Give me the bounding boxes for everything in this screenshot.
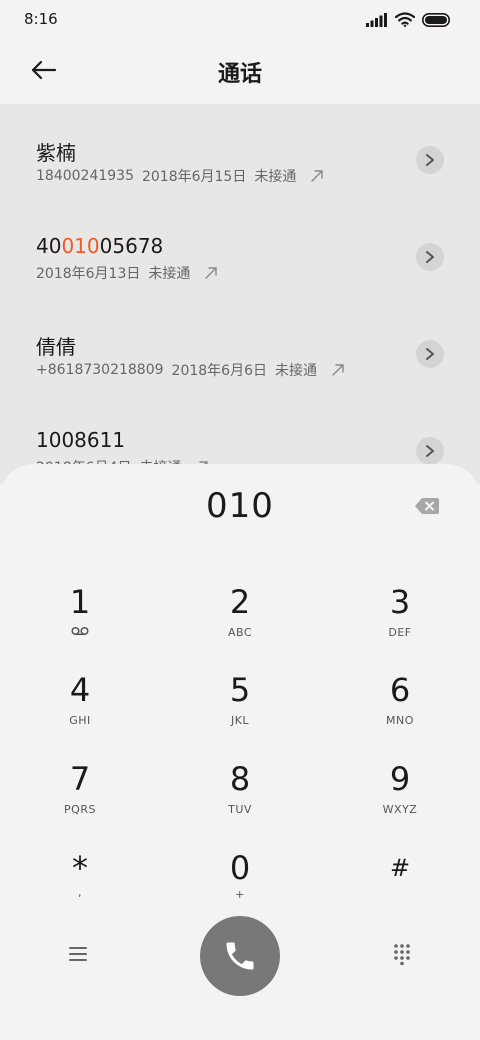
result-name: 1008611 [36,428,126,452]
result-status: 未接通 [254,169,297,185]
detail-button[interactable] [416,437,444,465]
search-results-list: 紫楠 18400241935 2018年6月15日 未接通 4001005678… [0,104,480,484]
key-digit: 1 [69,583,91,621]
result-date: 2018年6月15日 [141,169,247,185]
key-digit: 8 [229,760,251,798]
battery-icon [422,12,450,27]
key-digit: 7 [69,760,91,798]
header: 通话 [0,40,480,104]
page-title: 通话 [217,62,262,87]
key-letters: DEF [388,626,412,639]
result-name: 倩倩 [36,335,76,359]
phone-screen: 8:16 通话 紫楠 18400241935 2018年6月15日 未接通 40… [0,0,480,1040]
name-part: 40 [36,234,62,258]
name-match-highlight: 010 [61,234,100,258]
key-letters: ABC [227,626,253,639]
dialpad-panel: 010 1 2 ABC 3 DEF 4 GHI 5 JKL 6 MNO 7 PQ… [0,464,480,1040]
result-item[interactable]: 紫楠 18400241935 2018年6月15日 未接通 [0,104,480,201]
dialed-number[interactable]: 010 [0,486,480,526]
status-bar: 8:16 [0,0,480,40]
key-letters: MNO [386,714,414,727]
key-digit: 5 [229,671,251,709]
key-6[interactable]: 6 MNO [340,672,460,752]
key-letters: WXYZ [382,803,418,816]
key-digit: # [389,854,411,882]
outgoing-call-icon [311,170,324,182]
key-digit: * [72,849,88,887]
key-4[interactable]: 4 GHI [20,672,140,752]
key-digit: 6 [389,671,411,709]
key-7[interactable]: 7 PQRS [20,761,140,841]
key-digit: 9 [389,760,411,798]
backspace-button[interactable] [414,496,440,516]
detail-button[interactable] [416,340,444,368]
chevron-right-icon [426,348,434,360]
dialpad-toggle-button[interactable] [390,942,414,966]
key-digit: 3 [389,583,411,621]
key-digit: 0 [229,849,251,887]
result-number: +8618730218809 [36,362,164,378]
status-icons [366,12,450,27]
key-5[interactable]: 5 JKL [180,672,300,752]
result-detail: 2018年6月13日 未接通 [36,263,218,283]
chevron-right-icon [426,154,434,166]
name-part: 05678 [99,234,164,258]
menu-icon [69,947,87,961]
result-item[interactable]: 倩倩 +8618730218809 2018年6月6日 未接通 [0,298,480,395]
outgoing-call-icon [332,364,344,376]
detail-button[interactable] [416,243,444,271]
key-letters: GHI [69,714,91,727]
result-status: 未接通 [148,266,191,282]
dialpad-grid-icon [394,944,410,966]
voicemail-icon [71,626,89,636]
call-button[interactable] [200,916,280,996]
key-letters: PQRS [64,803,96,816]
backspace-icon [415,498,439,514]
wifi-icon [395,12,415,27]
key-letters: , [78,886,82,899]
key-letters: TUV [228,803,252,816]
outgoing-call-icon [205,267,218,279]
key-letters: JKL [230,714,250,727]
key-8[interactable]: 8 TUV [180,761,300,841]
dialpad-bottom-bar [0,916,480,996]
key-digit: 4 [69,671,91,709]
signal-icon [366,12,387,27]
status-time: 8:16 [24,10,58,28]
key-3[interactable]: 3 DEF [340,584,460,664]
result-detail: +8618730218809 2018年6月6日 未接通 [36,360,345,380]
detail-button[interactable] [416,146,444,174]
menu-button[interactable] [66,944,90,964]
result-status: 未接通 [274,363,317,379]
result-date: 2018年6月13日 [36,266,141,282]
key-1[interactable]: 1 [20,584,140,664]
result-date: 2018年6月6日 [171,363,267,379]
result-name: 4001005678 [36,234,163,258]
chevron-right-icon [426,445,434,457]
key-digit: 2 [229,583,251,621]
result-item[interactable]: 4001005678 2018年6月13日 未接通 [0,201,480,298]
key-letters: + [235,888,245,901]
key-9[interactable]: 9 WXYZ [340,761,460,841]
result-number: 18400241935 [36,168,134,184]
key-2[interactable]: 2 ABC [180,584,300,664]
result-name: 紫楠 [36,141,76,165]
phone-icon [226,942,254,970]
chevron-right-icon [426,251,434,263]
result-detail: 18400241935 2018年6月15日 未接通 [36,166,324,186]
